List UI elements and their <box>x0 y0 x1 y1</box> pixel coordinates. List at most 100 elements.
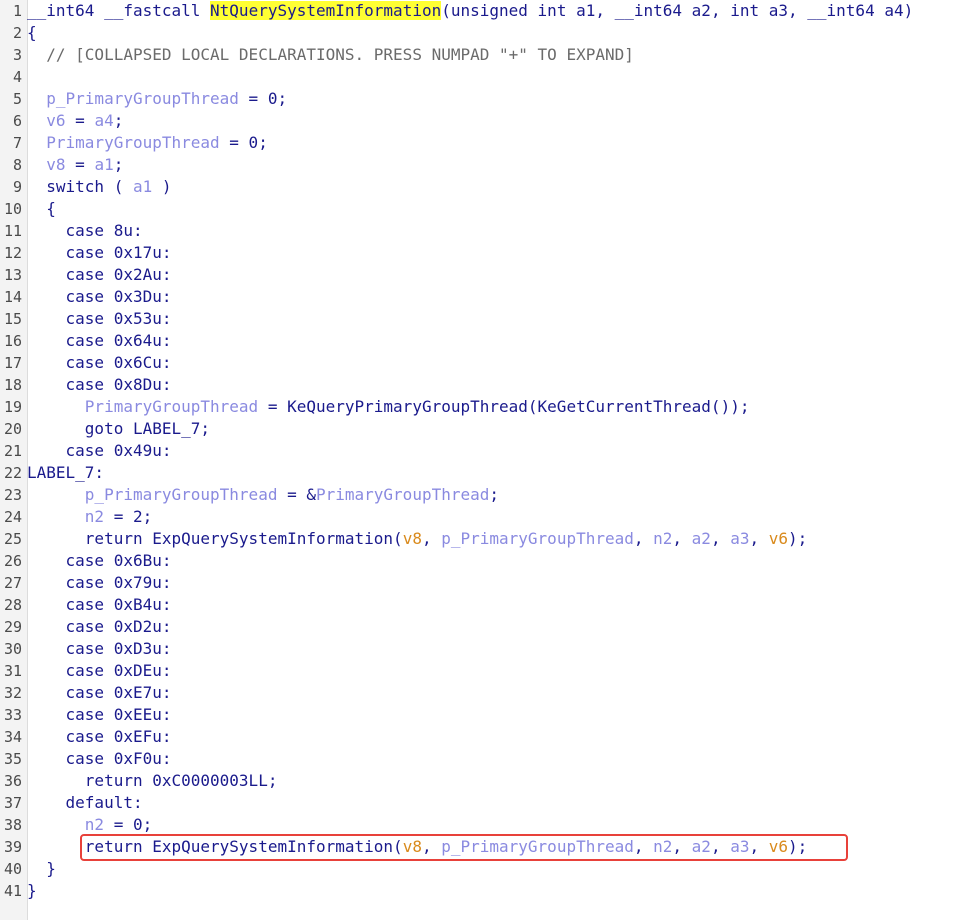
code-text[interactable]: p_PrimaryGroupThread = &PrimaryGroupThre… <box>27 484 499 506</box>
code-token[interactable]: PrimaryGroupThread <box>85 397 258 416</box>
code-line[interactable]: 3 // [COLLAPSED LOCAL DECLARATIONS. PRES… <box>0 44 913 66</box>
code-token[interactable]: case 0x6Bu: <box>27 551 172 570</box>
code-line[interactable]: 16 case 0x64u: <box>0 330 913 352</box>
code-token[interactable]: case 0x17u: <box>27 243 172 262</box>
code-token[interactable]: ; <box>114 111 124 130</box>
code-token[interactable]: // [COLLAPSED LOCAL DECLARATIONS. PRESS … <box>27 45 634 64</box>
code-token[interactable]: case 0x8Du: <box>27 375 172 394</box>
code-text[interactable]: switch ( a1 ) <box>27 176 172 198</box>
code-text[interactable]: PrimaryGroupThread = KeQueryPrimaryGroup… <box>27 396 750 418</box>
code-text[interactable]: goto LABEL_7; <box>27 418 210 440</box>
code-text[interactable]: case 0xEEu: <box>27 704 172 726</box>
code-text[interactable]: case 0xD3u: <box>27 638 172 660</box>
code-token[interactable]: = 0; <box>239 89 288 108</box>
code-token[interactable]: case 0x79u: <box>27 573 172 592</box>
code-line[interactable]: 31 case 0xDEu: <box>0 660 913 682</box>
code-token[interactable]: , <box>672 529 691 548</box>
code-line[interactable]: 18 case 0x8Du: <box>0 374 913 396</box>
code-line[interactable]: 5 p_PrimaryGroupThread = 0; <box>0 88 913 110</box>
code-line[interactable]: 1 __int64 __fastcall NtQuerySystemInforma… <box>0 0 913 22</box>
code-text[interactable]: v8 = a1; <box>27 154 123 176</box>
code-line[interactable]: 15 case 0x53u: <box>0 308 913 330</box>
code-token[interactable]: = 2; <box>104 507 153 526</box>
code-token[interactable]: = & <box>277 485 316 504</box>
code-token[interactable]: , <box>749 529 768 548</box>
code-line[interactable]: 21 case 0x49u: <box>0 440 913 462</box>
code-token[interactable]: case 0xD2u: <box>27 617 172 636</box>
code-text[interactable]: { <box>27 22 37 44</box>
code-token[interactable]: a1 <box>94 155 113 174</box>
code-token[interactable]: { <box>27 23 37 42</box>
code-token[interactable]: case 0xE7u: <box>27 683 172 702</box>
code-text[interactable]: case 0x53u: <box>27 308 172 330</box>
code-text[interactable]: } <box>27 858 56 880</box>
code-token[interactable]: ); <box>788 837 807 856</box>
code-text[interactable]: case 0x64u: <box>27 330 172 352</box>
code-text[interactable]: case 0x6Bu: <box>27 550 172 572</box>
code-line[interactable]: 29 case 0xD2u: <box>0 616 913 638</box>
code-token[interactable]: goto LABEL_7; <box>27 419 210 438</box>
code-text[interactable]: case 0xB4u: <box>27 594 172 616</box>
code-token[interactable]: = <box>66 155 95 174</box>
code-line[interactable]: 41} <box>0 880 913 902</box>
code-token[interactable]: p_PrimaryGroupThread <box>441 529 634 548</box>
code-line[interactable]: 40 } <box>0 858 913 880</box>
code-token[interactable] <box>27 155 46 174</box>
code-text[interactable]: return 0xC0000003LL; <box>27 770 278 792</box>
code-line[interactable]: 12 case 0x17u: <box>0 242 913 264</box>
code-token[interactable]: a2 <box>692 837 711 856</box>
code-text[interactable]: case 0x3Du: <box>27 286 172 308</box>
code-token[interactable]: case 0xF0u: <box>27 749 172 768</box>
code-text[interactable]: case 0x8Du: <box>27 374 172 396</box>
code-token[interactable]: , <box>634 837 653 856</box>
code-token[interactable]: case 0x2Au: <box>27 265 172 284</box>
code-token[interactable]: } <box>27 881 37 900</box>
code-token[interactable]: case 0x53u: <box>27 309 172 328</box>
code-token[interactable]: case 0x3Du: <box>27 287 172 306</box>
code-line[interactable]: 25 return ExpQuerySystemInformation(v8, … <box>0 528 913 550</box>
code-line[interactable]: 35 case 0xF0u: <box>0 748 913 770</box>
code-token[interactable]: case 0xB4u: <box>27 595 172 614</box>
code-line[interactable]: 38 n2 = 0; <box>0 814 913 836</box>
code-token[interactable]: ; <box>489 485 499 504</box>
code-text[interactable]: v6 = a4; <box>27 110 123 132</box>
code-line[interactable]: 17 case 0x6Cu: <box>0 352 913 374</box>
code-token[interactable]: { <box>27 199 56 218</box>
code-text[interactable]: PrimaryGroupThread = 0; <box>27 132 268 154</box>
code-line[interactable]: 32 case 0xE7u: <box>0 682 913 704</box>
code-line[interactable]: 2{ <box>0 22 913 44</box>
code-token[interactable]: a3 <box>730 837 749 856</box>
code-token[interactable]: = <box>66 111 95 130</box>
code-line[interactable]: 6 v6 = a4; <box>0 110 913 132</box>
code-token[interactable] <box>27 507 85 526</box>
code-token[interactable]: case 0xDEu: <box>27 661 172 680</box>
code-token[interactable]: case 0xEEu: <box>27 705 172 724</box>
code-line[interactable]: 20 goto LABEL_7; <box>0 418 913 440</box>
code-line[interactable]: 24 n2 = 2; <box>0 506 913 528</box>
code-token[interactable]: } <box>27 859 56 878</box>
code-token[interactable]: ) <box>152 177 172 196</box>
code-token[interactable]: (unsigned int a1, __int64 a2, int a3, __… <box>441 1 913 20</box>
code-text[interactable]: return ExpQuerySystemInformation(v8, p_P… <box>27 836 807 858</box>
code-text[interactable]: n2 = 2; <box>27 506 152 528</box>
code-text[interactable]: case 0x17u: <box>27 242 172 264</box>
code-text[interactable]: } <box>27 880 37 902</box>
code-token[interactable]: case 0xEFu: <box>27 727 172 746</box>
code-text[interactable]: return ExpQuerySystemInformation(v8, p_P… <box>27 528 807 550</box>
code-token[interactable]: PrimaryGroupThread <box>46 133 219 152</box>
code-text[interactable]: case 0x2Au: <box>27 264 172 286</box>
code-token[interactable]: v6 <box>46 111 65 130</box>
code-line[interactable]: 27 case 0x79u: <box>0 572 913 594</box>
code-line[interactable]: 9 switch ( a1 ) <box>0 176 913 198</box>
code-line[interactable]: 39 return ExpQuerySystemInformation(v8, … <box>0 836 913 858</box>
code-text[interactable]: case 0xD2u: <box>27 616 172 638</box>
code-text[interactable]: case 8u: <box>27 220 143 242</box>
code-token[interactable]: case 0xD3u: <box>27 639 172 658</box>
code-text[interactable]: { <box>27 198 56 220</box>
code-text[interactable]: __int64 __fastcall NtQuerySystemInformat… <box>27 0 913 22</box>
code-line[interactable]: 4 <box>0 66 913 88</box>
code-token[interactable]: n2 <box>85 815 104 834</box>
code-token[interactable]: v6 <box>769 837 788 856</box>
code-token[interactable]: , <box>422 529 441 548</box>
code-token[interactable]: = 0; <box>104 815 153 834</box>
